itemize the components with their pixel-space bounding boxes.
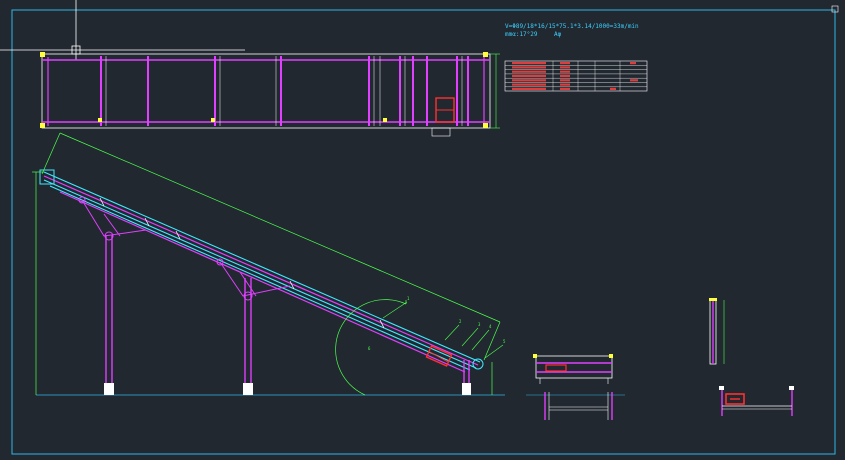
slope-length-dimension [41,132,501,361]
side-section-tall[interactable] [709,298,725,365]
side-view[interactable]: 1 2 3 4 5 6 [32,132,506,396]
top-view-outer-frame [41,53,491,129]
top-view-corner-markers [40,52,488,128]
spec-note-b: Aφ [554,31,562,38]
support-legs [105,235,470,393]
callout-label: 1 [407,296,410,301]
top-view[interactable] [40,52,500,137]
parts-table[interactable] [504,60,648,92]
drive-detail-view[interactable] [719,386,794,416]
cad-drawing-canvas[interactable]: V=Φ89/18*16/15*75.1*3.14/1000=33m/min mm… [0,0,845,460]
callout-label: 2 [459,319,462,324]
spec-note-a: mmα:17°29 [505,31,538,38]
callout-label: 4 [489,324,492,329]
formula-note: V=Φ89/18*16/15*75.1*3.14/1000=33m/min [505,23,639,30]
section-view-bottom[interactable] [544,392,613,420]
callout-label: 6 [368,346,371,351]
callout-label: 3 [478,322,481,327]
height-dimension [32,171,44,395]
top-view-width-dimension [490,53,500,129]
top-view-cross-members [100,56,469,126]
top-view-drive-motor [431,97,455,137]
callout-label: 5 [503,339,506,344]
section-view-front[interactable] [526,354,625,396]
crosshair-cursor-icon [0,0,245,60]
